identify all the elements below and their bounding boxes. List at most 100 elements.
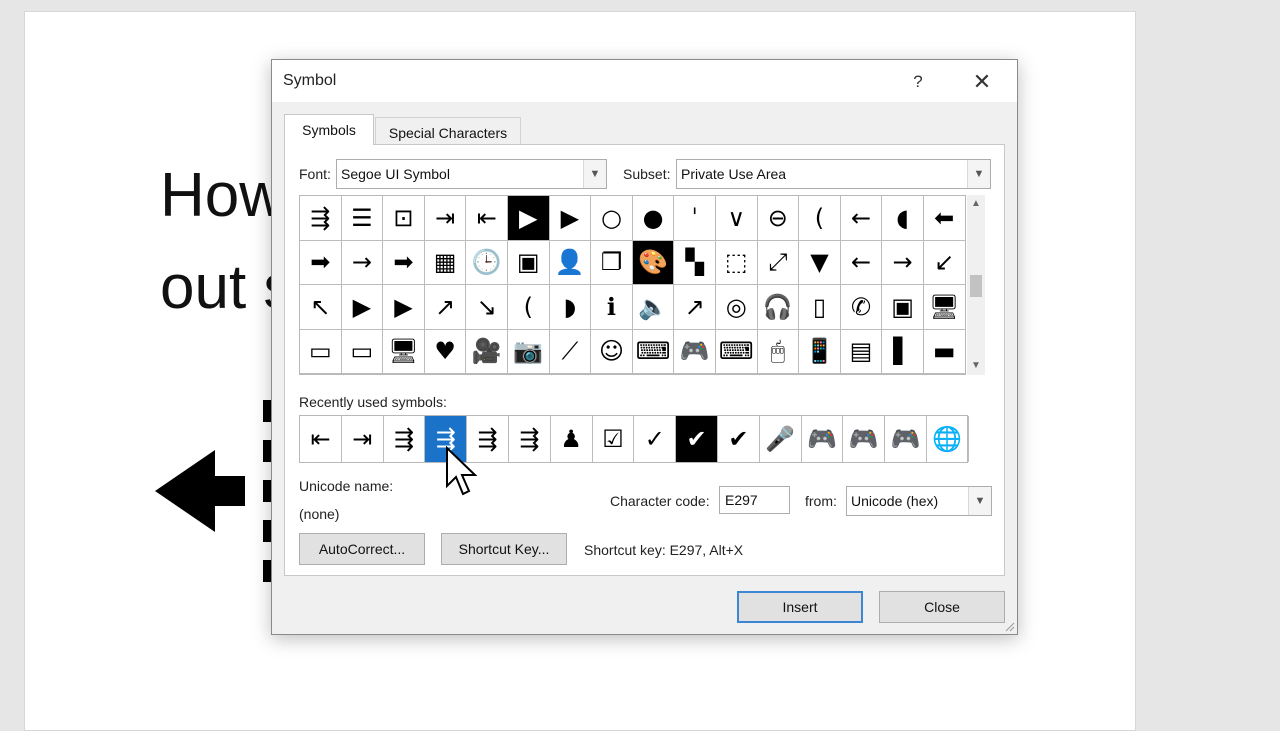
chevron-down-icon[interactable]: ▼ (967, 160, 990, 188)
chevron-down-icon[interactable]: ▼ (583, 160, 606, 188)
tab-symbols[interactable]: Symbols (284, 114, 374, 145)
symbol-cell[interactable]: 🎥 (466, 329, 508, 374)
recent-symbol-cell[interactable]: 🎤 (760, 416, 802, 462)
symbol-cell[interactable]: 🖥 (383, 329, 425, 374)
symbol-cell[interactable]: ˈ (674, 196, 716, 241)
symbol-cell[interactable]: ♥ (424, 329, 467, 374)
symbol-cell[interactable]: ⊡ (383, 196, 425, 241)
symbol-cell[interactable]: ⌨ (715, 329, 758, 374)
symbol-cell[interactable]: ↖ (300, 285, 342, 330)
insert-button[interactable]: Insert (737, 591, 863, 623)
symbol-cell[interactable]: ▬ (923, 329, 965, 374)
close-icon[interactable]: ✕ (967, 68, 997, 96)
recent-symbol-cell[interactable]: ✔ (676, 416, 718, 462)
symbol-cell[interactable]: ▣ (882, 285, 924, 330)
autocorrect-button[interactable]: AutoCorrect... (299, 533, 425, 565)
symbol-cell[interactable]: 👤 (549, 240, 592, 285)
recent-symbols-bar[interactable]: ⇤ ⇥ ⇶ ⇶ ⇶ ⇶ ♟ ☑ ✓ ✔ ✔ 🎤 🎮 🎮 🎮 🌐 (299, 415, 969, 463)
scroll-thumb[interactable] (970, 275, 982, 297)
shortcut-key-button[interactable]: Shortcut Key... (441, 533, 567, 565)
symbol-cell[interactable]: ▶ (549, 196, 592, 241)
symbol-cell[interactable]: ◖ (882, 196, 924, 241)
symbol-cell[interactable]: ⤢ (757, 240, 800, 285)
recent-symbol-cell[interactable]: ⇥ (342, 416, 384, 462)
symbol-cell[interactable]: ➡ (300, 240, 342, 285)
symbol-cell[interactable]: ⌨ (632, 329, 675, 374)
recent-symbol-cell[interactable]: ✔ (718, 416, 760, 462)
recent-symbol-cell[interactable]: ⇤ (300, 416, 342, 462)
symbol-cell[interactable]: ⇥ (424, 196, 467, 241)
recent-symbol-cell[interactable]: ⇶ (384, 416, 426, 462)
symbol-cell[interactable]: ▼ (799, 240, 841, 285)
symbol-cell[interactable]: ▌ (882, 329, 924, 374)
symbol-cell[interactable]: ▣ (507, 240, 550, 285)
recent-symbol-cell[interactable]: ♟ (551, 416, 593, 462)
symbol-cell[interactable]: → (882, 240, 924, 285)
symbol-cell[interactable]: ⇶ (300, 196, 342, 241)
symbol-cell[interactable]: ↗ (424, 285, 467, 330)
symbol-cell[interactable]: ▚ (674, 240, 716, 285)
scroll-down-icon[interactable]: ▼ (967, 357, 985, 375)
symbol-grid-scrollbar[interactable]: ▲ ▼ (967, 195, 985, 375)
symbol-cell[interactable]: 🎧 (757, 285, 800, 330)
symbol-cell[interactable]: ⇤ (466, 196, 508, 241)
symbol-cell[interactable]: ❐ (591, 240, 633, 285)
recent-symbol-cell[interactable]: ☑ (593, 416, 635, 462)
scroll-up-icon[interactable]: ▲ (967, 195, 985, 213)
symbol-grid[interactable]: ⇶ ☰ ⊡ ⇥ ⇤ ▶ ▶ ○ ● ˈ ∨ ⊖(← ◖ ⬅ ➡ → ➡ ▦ 🕒 ▣ 👤 ❐ 🎨 ▚ ⬚ ⤢ ▼ ← → ↙ ↖ ▶ ▶ ↗ ↘(◗ ℹ… (299, 195, 966, 375)
symbol-cell[interactable]: 🔈 (632, 285, 675, 330)
font-dropdown[interactable]: Segoe UI Symbol ▼ (336, 159, 607, 189)
symbol-cell[interactable]: ( (799, 196, 841, 241)
symbol-cell[interactable]: ✆ (840, 285, 883, 330)
symbol-cell[interactable]: ( (507, 285, 550, 330)
symbol-cell[interactable]: ↗ (674, 285, 716, 330)
recent-symbol-cell[interactable]: ⇶ (509, 416, 551, 462)
dialog-titlebar[interactable]: Symbol ? ✕ (272, 60, 1017, 102)
symbol-cell[interactable]: ● (632, 196, 675, 241)
symbol-cell[interactable]: → (341, 240, 384, 285)
symbol-cell[interactable]: ▤ (840, 329, 883, 374)
recent-symbol-cell[interactable]: 🎮 (802, 416, 844, 462)
symbol-cell[interactable]: ▶ (341, 285, 384, 330)
recent-symbol-cell[interactable]: 🎮 (843, 416, 886, 462)
symbol-cell[interactable]: 🖥 (923, 285, 965, 330)
symbol-cell[interactable]: 🖱 (757, 329, 800, 374)
recent-symbol-cell[interactable]: ✓ (634, 416, 677, 462)
recent-symbol-cell[interactable]: 🌐 (927, 416, 969, 462)
symbol-cell[interactable]: ▦ (424, 240, 467, 285)
symbol-cell[interactable]: ⟋ (549, 329, 592, 374)
close-button[interactable]: Close (879, 591, 1005, 623)
symbol-cell[interactable]: ← (840, 240, 883, 285)
recent-symbol-cell[interactable]: 🎮 (885, 416, 927, 462)
symbol-cell[interactable]: 📱 (799, 329, 841, 374)
symbol-cell[interactable]: 🎨 (632, 240, 675, 285)
resize-grip-icon[interactable] (1005, 622, 1015, 632)
symbol-cell[interactable]: 🎮 (674, 329, 716, 374)
help-button[interactable]: ? (903, 70, 933, 94)
symbol-cell[interactable]: ⬅ (923, 196, 965, 241)
symbol-cell[interactable]: ⊖ (757, 196, 800, 241)
symbol-cell[interactable]: ℹ (591, 285, 633, 330)
symbol-cell[interactable]: ➡ (383, 240, 425, 285)
symbol-cell[interactable]: 🕒 (466, 240, 508, 285)
symbol-cell[interactable]: 📷 (507, 329, 550, 374)
symbol-cell[interactable]: ▶ (383, 285, 425, 330)
symbol-cell[interactable]: ⬚ (715, 240, 758, 285)
subset-dropdown[interactable]: Private Use Area ▼ (676, 159, 991, 189)
symbol-cell[interactable]: ☺ (591, 329, 633, 374)
symbol-cell[interactable]: ↘ (466, 285, 508, 330)
symbol-cell[interactable]: ▭ (341, 329, 384, 374)
symbol-cell[interactable]: ▭ (300, 329, 342, 374)
symbol-cell[interactable]: ↙ (923, 240, 965, 285)
symbol-cell[interactable]: ☰ (341, 196, 384, 241)
symbol-cell[interactable]: ▶ (507, 196, 550, 241)
symbol-cell[interactable]: ◗ (549, 285, 592, 330)
symbol-cell[interactable]: ▯ (799, 285, 841, 330)
symbol-cell[interactable]: ◎ (715, 285, 758, 330)
symbol-cell[interactable]: ∨ (715, 196, 758, 241)
chevron-down-icon[interactable]: ▼ (968, 487, 991, 515)
tab-special-characters[interactable]: Special Characters (375, 117, 521, 147)
symbol-cell[interactable]: ← (840, 196, 883, 241)
from-dropdown[interactable]: Unicode (hex) ▼ (846, 486, 992, 516)
character-code-input[interactable]: E297 (719, 486, 790, 514)
